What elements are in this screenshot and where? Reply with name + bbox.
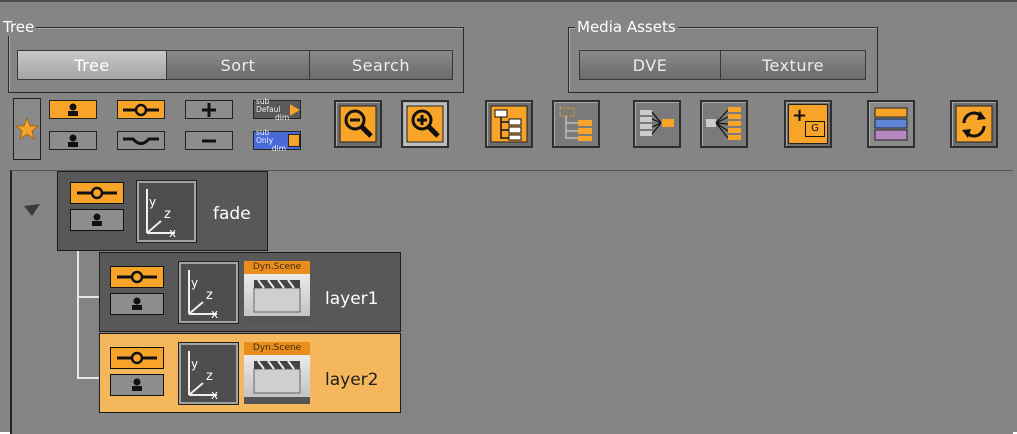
tree-node-fade[interactable]: y z x fade	[57, 171, 268, 251]
zoom-in-icon	[406, 105, 444, 143]
object-icon	[132, 378, 142, 391]
tree-list-icon	[559, 107, 592, 141]
tree-node-layer2[interactable]: y z x Dyn.Scene layer2	[99, 333, 401, 413]
tree-view-button[interactable]	[485, 100, 533, 148]
star-icon	[15, 117, 39, 141]
dyn-scene-badge: Dyn.Scene	[244, 342, 310, 355]
zoom-in-button[interactable]	[401, 100, 449, 148]
favorites-star-button[interactable]	[13, 98, 41, 160]
tree-group-title: Tree	[1, 18, 37, 36]
axis-y-label: y	[149, 195, 157, 209]
show-objects-button[interactable]	[49, 100, 97, 119]
transform-icon	[117, 351, 157, 365]
hide-objects-button[interactable]	[49, 131, 97, 150]
axis-y-label: y	[191, 357, 199, 371]
tab-search[interactable]: Search	[309, 50, 453, 80]
dyn-scene-thumbnail[interactable]: Dyn.Scene	[244, 261, 310, 323]
clapperboard-icon	[244, 355, 310, 404]
plus-icon	[202, 102, 216, 117]
merge-icon	[640, 110, 674, 136]
node-label: fade	[213, 204, 251, 224]
node-label: layer1	[325, 289, 379, 309]
axis-icon: y z x	[178, 261, 239, 324]
sub-default-button[interactable]: sub Defaul dim	[253, 96, 301, 122]
merge-button[interactable]	[633, 100, 681, 148]
node-label: layer2	[325, 370, 379, 390]
media-assets-group: Media Assets DVE Texture	[568, 18, 878, 93]
expand-toggle[interactable]	[24, 201, 40, 216]
dyn-scene-thumbnail[interactable]: Dyn.Scene	[244, 342, 310, 404]
split-icon	[706, 107, 741, 140]
tree-node-layer1[interactable]: y z x Dyn.Scene layer1	[99, 252, 401, 332]
visibility-toggle[interactable]	[110, 293, 164, 315]
tree-connector	[77, 296, 99, 298]
minus-icon	[202, 139, 216, 142]
axis-z-label: z	[206, 369, 213, 384]
zoom-out-button[interactable]	[334, 100, 382, 148]
sub-default-text: sub Defaul dim	[256, 96, 290, 122]
triangle-icon	[24, 204, 40, 216]
square-icon	[288, 134, 300, 147]
transform-icon	[123, 103, 159, 116]
tab-sort[interactable]: Sort	[166, 50, 310, 80]
add-group-button[interactable]: + G	[784, 100, 832, 148]
tree-editor: Tree Tree Sort Search Media Assets DVE T…	[0, 0, 1017, 434]
show-transform-button[interactable]	[117, 100, 165, 119]
refresh-icon	[955, 105, 993, 143]
collapse-button[interactable]	[185, 131, 233, 150]
object-icon	[92, 213, 102, 226]
tab-tree[interactable]: Tree	[17, 50, 167, 80]
tree-connector	[77, 377, 99, 379]
tab-texture[interactable]: Texture	[720, 50, 866, 80]
group-label: G	[805, 121, 825, 137]
clapperboard-icon	[244, 274, 310, 323]
transform-toggle[interactable]	[110, 266, 164, 288]
zoom-out-icon	[339, 105, 377, 143]
axis-x-label: x	[169, 226, 177, 240]
sub-only-button[interactable]: sub Only dim	[253, 127, 301, 153]
axis-x-label: x	[211, 388, 219, 402]
play-arrow-icon	[290, 103, 300, 116]
tree-group: Tree Tree Sort Search	[1, 18, 464, 93]
object-icon	[68, 103, 78, 116]
transform-icon	[117, 270, 157, 284]
hide-transform-button[interactable]	[117, 131, 165, 150]
scene-tree: y z x fade y z x Dyn.Scene layer1 y z x …	[10, 170, 1013, 434]
media-assets-title: Media Assets	[575, 18, 678, 36]
curve-icon	[123, 137, 159, 145]
axis-x-label: x	[211, 307, 219, 321]
object-icon	[132, 297, 142, 310]
axis-z-label: z	[206, 288, 213, 303]
tab-dve[interactable]: DVE	[579, 50, 721, 80]
layers-icon	[874, 107, 908, 141]
axis-icon: y z x	[136, 180, 197, 243]
axis-z-label: z	[164, 207, 171, 222]
visibility-toggle[interactable]	[110, 374, 164, 396]
transform-toggle[interactable]	[110, 347, 164, 369]
transform-toggle[interactable]	[70, 182, 124, 204]
tree-list-button[interactable]	[552, 100, 600, 148]
axis-icon: y z x	[178, 342, 239, 405]
refresh-button[interactable]	[950, 100, 998, 148]
tree-connector	[77, 249, 79, 379]
axis-y-label: y	[191, 276, 199, 290]
split-button[interactable]	[700, 100, 748, 148]
tree-structure-icon	[490, 105, 528, 143]
object-icon	[68, 134, 78, 147]
sub-only-text: sub Only dim	[256, 127, 286, 153]
add-group-icon: + G	[788, 104, 828, 144]
transform-icon	[77, 186, 117, 200]
visibility-toggle[interactable]	[70, 209, 124, 231]
layers-button[interactable]	[867, 100, 915, 148]
expand-button[interactable]	[185, 100, 233, 119]
dyn-scene-badge: Dyn.Scene	[244, 261, 310, 274]
